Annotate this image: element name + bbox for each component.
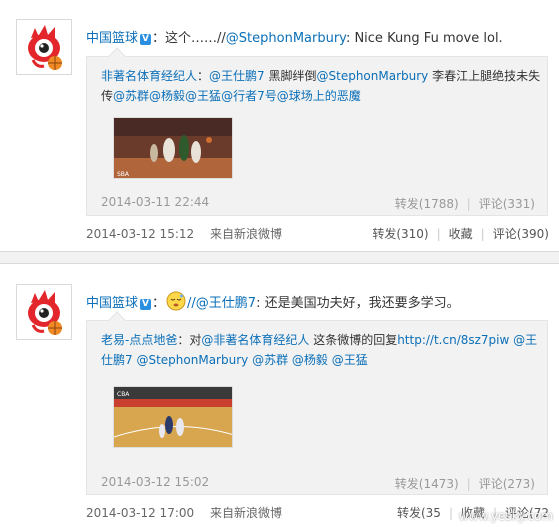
post-text-prefix: ：	[152, 296, 166, 311]
quoted-post-time[interactable]: 2014-03-11 22:44	[101, 195, 209, 209]
sleepy-face-emoji-icon	[166, 291, 186, 311]
feed-divider	[0, 252, 559, 263]
author-link[interactable]: 中国篮球	[86, 296, 138, 311]
quoted-post-text: 非著名体育经纪人：@王仕鹏7 黑脚绊倒@StephonMarbury 李春江上腿…	[101, 66, 541, 106]
quoted-post: 老易-点点地爸：对@非著名体育经纪人 这条微博的回复http://t.cn/8s…	[86, 311, 548, 495]
quoted-repost-link[interactable]: 转发(1788)	[395, 197, 459, 211]
mention-link[interactable]: //@王仕鹏7	[187, 296, 256, 311]
quote-part[interactable]: http://t.cn/8sz7piw	[397, 333, 509, 347]
comment-button[interactable]: 评论(390)	[493, 227, 549, 241]
repost-button[interactable]: 转发(35	[397, 506, 441, 520]
quote-part[interactable]: @杨毅	[292, 353, 328, 367]
post-text-suffix: : 还是美国功夫好，我还要多学习。	[256, 296, 460, 311]
svg-text:SBA: SBA	[117, 171, 130, 178]
quote-part[interactable]: @王猛	[332, 353, 368, 367]
divider: |	[466, 197, 471, 211]
mention-link[interactable]: @StephonMarbury	[226, 31, 346, 46]
divider: |	[480, 227, 485, 241]
quote-part[interactable]: @球场上的恶魔	[277, 89, 361, 103]
quote-part[interactable]: @王仕鹏7	[209, 69, 265, 83]
quote-part[interactable]: @非著名体育经纪人	[201, 333, 309, 347]
quote-part: ：	[197, 69, 210, 83]
repost-button[interactable]: 转发(310)	[372, 227, 428, 241]
post-actions: 转发(310) | 收藏 | 评论(390)	[372, 225, 549, 242]
svg-text:CBA: CBA	[117, 391, 130, 398]
quote-part[interactable]: 老易-点点地爸	[101, 333, 177, 347]
post-time[interactable]: 2014-03-12 17:00	[86, 506, 194, 520]
quote-part[interactable]: @苏群	[113, 89, 149, 103]
quote-part[interactable]: @StephonMarbury	[136, 353, 248, 367]
post-time[interactable]: 2014-03-12 15:12	[86, 227, 194, 241]
verified-badge-icon: V	[140, 299, 152, 310]
quote-arrow	[108, 47, 126, 65]
quote-part[interactable]: @苏群	[252, 353, 288, 367]
quoted-post-text: 老易-点点地爸：对@非著名体育经纪人 这条微博的回复http://t.cn/8s…	[101, 330, 541, 370]
sina-eye-mascot-icon	[17, 285, 71, 339]
post-meta: 2014-03-12 17:00 来自新浪微博	[86, 504, 282, 521]
post-source[interactable]: 来自新浪微博	[210, 506, 282, 520]
quote-part[interactable]: @StephonMarbury	[317, 69, 429, 83]
quoted-comment-link[interactable]: 评论(331)	[479, 197, 535, 211]
quote-part[interactable]: @行者7号	[221, 89, 277, 103]
quoted-post: 非著名体育经纪人：@王仕鹏7 黑脚绊倒@StephonMarbury 李春江上腿…	[86, 47, 548, 216]
feed-item: 中国篮球 V： //@王仕鹏7: 还是美国功夫好，我还要多学习。 老易-点点地爸：对…	[0, 263, 559, 527]
sina-eye-mascot-icon	[17, 20, 71, 74]
divider: |	[448, 506, 453, 520]
divider: |	[436, 227, 441, 241]
quoted-post-time[interactable]: 2014-03-12 15:02	[101, 475, 209, 489]
post-text: 中国篮球 V ：这个……//@StephonMarbury: Nice Kung F…	[86, 27, 503, 46]
feed-item: 中国篮球 V ：这个……//@StephonMarbury: Nice Kung F…	[0, 0, 559, 252]
quoted-post-meta: 2014-03-12 15:02	[101, 475, 209, 489]
quote-part: 黑脚绊倒	[264, 69, 317, 83]
avatar[interactable]	[16, 284, 72, 340]
video-thumbnail[interactable]: CBA	[113, 386, 233, 448]
quote-part[interactable]: @杨毅	[149, 89, 185, 103]
avatar[interactable]	[16, 19, 72, 75]
quoted-post-actions: 转发(1788) | 评论(331)	[395, 195, 535, 212]
verified-badge-icon: V	[140, 34, 152, 45]
quote-part: ：对	[177, 333, 202, 347]
quote-part[interactable]: 非著名体育经纪人	[101, 69, 197, 83]
quote-part[interactable]: @王猛	[185, 89, 221, 103]
quoted-post-actions: 转发(1473) | 评论(273)	[395, 475, 535, 492]
quoted-comment-link[interactable]: 评论(273)	[479, 477, 535, 491]
watermark: www.yesky.com	[458, 509, 553, 523]
favorite-button[interactable]: 收藏	[449, 227, 473, 241]
post-text-prefix: ：这个……//	[152, 31, 226, 46]
post-text-suffix: : Nice Kung Fu move lol.	[345, 31, 503, 46]
quote-part: 这条微博的回复	[309, 333, 398, 347]
quoted-repost-link[interactable]: 转发(1473)	[395, 477, 459, 491]
quoted-post-meta: 2014-03-11 22:44	[101, 195, 209, 209]
author-link[interactable]: 中国篮球	[86, 31, 138, 46]
quote-arrow	[108, 311, 126, 329]
post-text: 中国篮球 V： //@王仕鹏7: 还是美国功夫好，我还要多学习。	[86, 291, 460, 311]
post-source[interactable]: 来自新浪微博	[210, 227, 282, 241]
post-meta: 2014-03-12 15:12 来自新浪微博	[86, 225, 282, 242]
divider: |	[466, 477, 471, 491]
video-thumbnail[interactable]: SBA	[113, 117, 233, 179]
